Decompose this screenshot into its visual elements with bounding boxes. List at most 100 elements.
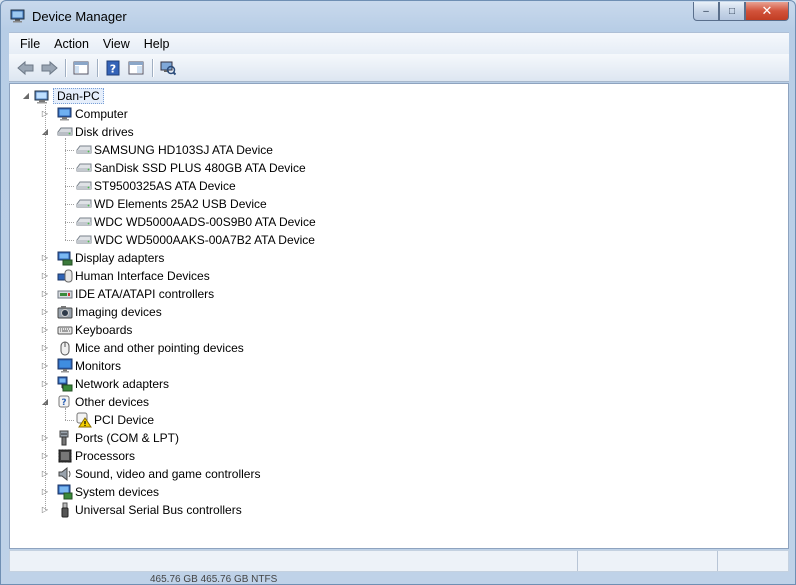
tree-category-item[interactable]: ▷ Human Interface Devices [10,267,788,285]
title-bar[interactable]: Device Manager ‒ □ ✕ [1,1,795,33]
category-label: Keyboards [75,323,133,337]
ide-controller-icon [57,290,73,299]
tree-connector-line [65,186,74,187]
category-label: Monitors [75,359,122,373]
help-button[interactable]: ? [102,57,124,79]
menu-help[interactable]: Help [137,37,177,51]
tree-connector-line [45,105,46,510]
tree-category-item[interactable]: ▷ System devices [10,483,788,501]
tree-device-item[interactable]: WD Elements 25A2 USB Device [10,195,788,213]
tree-connector-line [65,240,74,241]
tree-category-item[interactable]: ▷ Mice and other pointing devices [10,339,788,357]
category-label: Ports (COM & LPT) [75,431,180,445]
status-cell [578,551,718,571]
category-label: Mice and other pointing devices [75,341,244,355]
svg-text:?: ? [61,398,66,408]
hid-icon [57,269,73,283]
status-cell [718,551,788,571]
menu-action[interactable]: Action [47,37,96,51]
drive-icon [76,235,92,244]
tree-connector-line [65,204,74,205]
tree-category-item[interactable]: ◢? Other devices [10,393,788,411]
toolbar: ? [9,54,789,82]
tree-category-item[interactable]: ▷ Processors [10,447,788,465]
drive-icon [76,217,92,226]
properties-button[interactable] [125,57,147,79]
tree-device-item[interactable]: WDC WD5000AAKS-00A7B2 ATA Device [10,231,788,249]
menu-view[interactable]: View [96,37,137,51]
scan-hardware-changes-icon [160,61,176,75]
svg-text:?: ? [110,62,116,75]
maximize-button[interactable]: □ [719,2,745,21]
tree-root-item[interactable]: ◢ Dan-PC [10,87,788,105]
menu-bar: File Action View Help [9,32,789,54]
background-window-text: 465.76 GB 465.76 GB NTFS [150,574,278,585]
tree-category-item[interactable]: ◢ Disk drives [10,123,788,141]
port-icon [59,430,69,446]
tree-device-item[interactable]: SAMSUNG HD103SJ ATA Device [10,141,788,159]
tree-device-item[interactable]: WDC WD5000AADS-00S9B0 ATA Device [10,213,788,231]
minimize-button[interactable]: ‒ [693,2,719,21]
forward-button[interactable] [38,57,60,79]
device-label: SAMSUNG HD103SJ ATA Device [94,143,273,157]
network-adapter-icon [57,376,73,392]
tree-category-item[interactable]: ▷ Network adapters [10,375,788,393]
category-label: Sound, video and game controllers [75,467,261,481]
device-label: ST9500325AS ATA Device [94,179,236,193]
category-label: Universal Serial Bus controllers [75,503,242,517]
tree-category-item[interactable]: ▷ Keyboards [10,321,788,339]
system-device-icon [57,484,73,500]
tree-device-item[interactable]: SanDisk SSD PLUS 480GB ATA Device [10,159,788,177]
device-manager-window: Device Manager ‒ □ ✕ File Action View He… [0,0,796,585]
tree-category-item[interactable]: ▷ IDE ATA/ATAPI controllers [10,285,788,303]
properties-icon [128,61,144,74]
category-label: Human Interface Devices [75,269,210,283]
back-icon [17,60,34,75]
drive-icon [76,163,92,172]
menu-file[interactable]: File [13,37,47,51]
monitor-icon [57,358,73,373]
show-hide-console-tree-button[interactable] [70,57,92,79]
minimize-icon: ‒ [703,5,709,17]
root-node-label: Dan-PC [53,88,104,104]
device-tree-pane[interactable]: ◢ Dan-PC ▷ Computer ◢ Disk drives SAMSUNG HD10… [9,83,789,549]
tree-category-item[interactable]: ▷ Display adapters [10,249,788,267]
tree-category-item[interactable]: ▷ Imaging devices [10,303,788,321]
device-label: WDC WD5000AAKS-00A7B2 ATA Device [94,233,315,247]
tree-category-item[interactable]: ▷ Monitors [10,357,788,375]
drive-icon [76,181,92,190]
close-button[interactable]: ✕ [745,2,789,21]
device-label: SanDisk SSD PLUS 480GB ATA Device [94,161,306,175]
computer-icon [57,107,72,121]
tree-category-item[interactable]: ▷ Computer [10,105,788,123]
device-manager-icon [10,9,25,23]
category-label: Network adapters [75,377,170,391]
drive-icon [76,145,92,154]
tree-connector-line [65,408,66,420]
device-label: WDC WD5000AADS-00S9B0 ATA Device [94,215,316,229]
forward-icon [41,60,58,75]
mouse-icon [60,341,70,356]
usb-icon [61,502,69,518]
tree-connector-line [65,420,74,421]
tree-device-item[interactable]: ST9500325AS ATA Device [10,177,788,195]
tree-connector-line [65,168,74,169]
toolbar-separator [97,58,98,77]
tree-category-item[interactable]: ▷ Sound, video and game controllers [10,465,788,483]
tree-device-item[interactable]: PCI Device [10,411,788,429]
tree-connector-line [65,138,66,240]
warning-device-icon [76,412,92,428]
speaker-icon [58,466,71,482]
window-title: Device Manager [32,9,127,24]
close-icon: ✕ [761,3,773,18]
tree-category-item[interactable]: ▷ Universal Serial Bus controllers [10,501,788,519]
status-bar [9,550,789,572]
collapse-arrow-icon[interactable]: ◢ [22,92,30,100]
toolbar-separator [65,58,66,77]
maximize-icon: □ [728,5,736,17]
tree-category-item[interactable]: ▷ Ports (COM & LPT) [10,429,788,447]
scan-hardware-changes-button[interactable] [157,57,179,79]
toolbar-separator [152,58,153,77]
root-computer-icon [34,90,49,104]
back-button[interactable] [15,57,37,79]
